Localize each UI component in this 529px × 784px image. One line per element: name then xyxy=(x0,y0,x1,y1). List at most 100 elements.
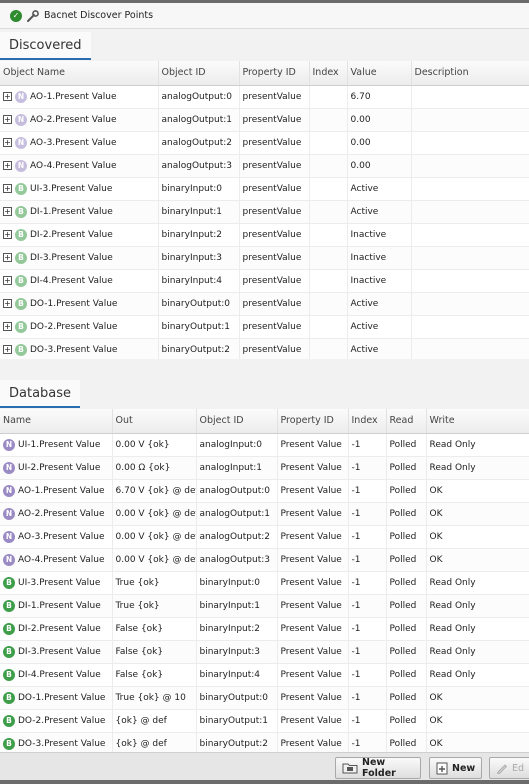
column-header[interactable]: Object ID xyxy=(158,61,240,86)
numeric-point-icon: N xyxy=(15,113,27,126)
read-cell: Polled xyxy=(386,663,427,687)
read-cell: Polled xyxy=(386,617,427,641)
point-name: UI-2.Present Value xyxy=(18,462,101,473)
plus-box-icon[interactable]: + xyxy=(3,276,12,285)
numeric-point-icon: N xyxy=(3,530,15,543)
plus-box-icon[interactable]: + xyxy=(3,345,12,354)
property-id-cell: Present Value xyxy=(277,479,349,503)
read-cell: Polled xyxy=(386,686,427,710)
plus-box-icon[interactable]: + xyxy=(3,92,12,101)
boolean-point-icon: B xyxy=(3,737,15,750)
write-cell: OK xyxy=(426,479,529,503)
point-name-cell: B DO-2.Present Value xyxy=(0,709,113,733)
table-row[interactable]: N AO-4.Present Value 0.00 V {ok} @ def anal… xyxy=(0,548,529,572)
tab-discovered[interactable]: Discovered xyxy=(0,32,91,60)
plus-box-icon[interactable]: + xyxy=(3,299,12,308)
value-cell: Active xyxy=(347,177,412,201)
table-row[interactable]: B DI-2.Present Value False {ok} binaryInput… xyxy=(0,617,529,641)
object-name-cell: + N AO-4.Present Value xyxy=(0,154,159,178)
plus-box-icon[interactable]: + xyxy=(3,253,12,262)
out-cell: True {ok} @ 10 xyxy=(112,686,197,710)
read-cell: Polled xyxy=(386,525,427,549)
table-row[interactable]: B UI-3.Present Value True {ok} binaryInput:… xyxy=(0,571,529,595)
object-name: DO-2.Present Value xyxy=(30,321,118,332)
column-header[interactable]: Description xyxy=(411,61,529,86)
edit-button[interactable]: Ed xyxy=(489,757,529,779)
plus-box-icon[interactable]: + xyxy=(3,322,12,331)
plus-box-icon[interactable]: + xyxy=(3,230,12,239)
column-header[interactable]: Object ID xyxy=(196,409,278,434)
column-header[interactable]: Index xyxy=(348,409,387,434)
column-header[interactable]: Write xyxy=(426,409,529,434)
property-id-cell: Present Value xyxy=(277,640,349,664)
table-row[interactable]: B DI-4.Present Value False {ok} binaryInput… xyxy=(0,663,529,687)
property-id-cell: Present Value xyxy=(277,617,349,641)
table-row[interactable]: N UI-2.Present Value 0.00 Ω {ok} analogInpu… xyxy=(0,456,529,480)
table-row[interactable]: + B DI-3.Present Value binaryInput:3 present… xyxy=(0,246,529,270)
column-header[interactable]: Read xyxy=(386,409,427,434)
property-id-cell: Present Value xyxy=(277,525,349,549)
table-row[interactable]: B DI-1.Present Value True {ok} binaryInput:… xyxy=(0,594,529,618)
new-button[interactable]: New xyxy=(429,757,482,779)
table-row[interactable]: B DO-3.Present Value {ok} @ def binaryOutpu… xyxy=(0,732,529,752)
plus-box-icon[interactable]: + xyxy=(3,115,12,124)
point-name: UI-1.Present Value xyxy=(18,439,101,450)
read-cell: Polled xyxy=(386,479,427,503)
object-name: DI-4.Present Value xyxy=(30,275,113,286)
table-row[interactable]: + N AO-2.Present Value analogOutput:1 presen… xyxy=(0,108,529,132)
numeric-point-icon: N xyxy=(3,553,15,566)
column-header[interactable]: Property ID xyxy=(239,61,310,86)
new-folder-button[interactable]: New Folder xyxy=(335,757,421,779)
column-header[interactable]: Index xyxy=(309,61,348,86)
object-id-cell: binaryInput:2 xyxy=(196,617,278,641)
plus-box-icon[interactable]: + xyxy=(3,184,12,193)
table-row[interactable]: B DI-3.Present Value False {ok} binaryInput… xyxy=(0,640,529,664)
index-cell: -1 xyxy=(348,663,387,687)
window-title: Bacnet Discover Points xyxy=(44,10,154,21)
column-header[interactable]: Object Name xyxy=(0,61,159,86)
index-cell xyxy=(309,315,348,339)
new-point-icon xyxy=(436,762,448,774)
description-cell xyxy=(411,292,529,316)
plus-box-icon[interactable]: + xyxy=(3,207,12,216)
column-header[interactable]: Name xyxy=(0,409,113,434)
object-name-cell: + B UI-3.Present Value xyxy=(0,177,159,201)
table-row[interactable]: B DO-1.Present Value True {ok} @ 10 binaryO… xyxy=(0,686,529,710)
discovered-table-panel: Object Name Object ID Property ID Index Valu… xyxy=(0,61,529,359)
table-row[interactable]: N AO-2.Present Value 0.00 V {ok} @ def anal… xyxy=(0,502,529,526)
plus-box-icon[interactable]: + xyxy=(3,161,12,170)
plus-box-icon[interactable]: + xyxy=(3,138,12,147)
table-row[interactable]: + N AO-4.Present Value analogOutput:3 presen… xyxy=(0,154,529,178)
table-row[interactable]: + N AO-1.Present Value analogOutput:0 presen… xyxy=(0,85,529,109)
write-cell: Read Only xyxy=(426,640,529,664)
table-row[interactable]: + B DO-3.Present Value binaryOutput:2 presen… xyxy=(0,338,529,359)
object-id-cell: binaryInput:4 xyxy=(196,663,278,687)
index-cell xyxy=(309,269,348,293)
point-name-cell: B DI-1.Present Value xyxy=(0,594,113,618)
property-id-cell: Present Value xyxy=(277,709,349,733)
point-name: DI-2.Present Value xyxy=(18,623,101,634)
table-row[interactable]: + N AO-3.Present Value analogOutput:2 presen… xyxy=(0,131,529,155)
table-row[interactable]: + B DI-4.Present Value binaryInput:4 present… xyxy=(0,269,529,293)
column-header[interactable]: Property ID xyxy=(277,409,349,434)
table-row[interactable]: N AO-1.Present Value 6.70 V {ok} @ def anal… xyxy=(0,479,529,503)
table-row[interactable]: B DO-2.Present Value {ok} @ def binaryOutpu… xyxy=(0,709,529,733)
numeric-point-icon: N xyxy=(3,438,15,451)
index-cell: -1 xyxy=(348,548,387,572)
table-row[interactable]: N UI-1.Present Value 0.00 V {ok} analogInpu… xyxy=(0,433,529,457)
boolean-point-icon: B xyxy=(15,297,27,310)
table-row[interactable]: + B DO-1.Present Value binaryOutput:0 presen… xyxy=(0,292,529,316)
table-row[interactable]: N AO-3.Present Value 0.00 V {ok} @ def anal… xyxy=(0,525,529,549)
index-cell: -1 xyxy=(348,640,387,664)
table-row[interactable]: + B DO-2.Present Value binaryOutput:1 presen… xyxy=(0,315,529,339)
table-row[interactable]: + B DI-1.Present Value binaryInput:1 present… xyxy=(0,200,529,224)
table-row[interactable]: + B UI-3.Present Value binaryInput:0 present… xyxy=(0,177,529,201)
object-name-cell: + B DI-3.Present Value xyxy=(0,246,159,270)
table-row[interactable]: + B DI-2.Present Value binaryInput:2 present… xyxy=(0,223,529,247)
column-header[interactable]: Out xyxy=(112,409,197,434)
title-bar: ✓ Bacnet Discover Points xyxy=(0,3,529,29)
boolean-point-icon: B xyxy=(3,668,15,681)
bottom-toolbar: New Folder New Ed xyxy=(0,752,529,780)
column-header[interactable]: Value xyxy=(347,61,412,86)
tab-database[interactable]: Database xyxy=(0,380,81,408)
